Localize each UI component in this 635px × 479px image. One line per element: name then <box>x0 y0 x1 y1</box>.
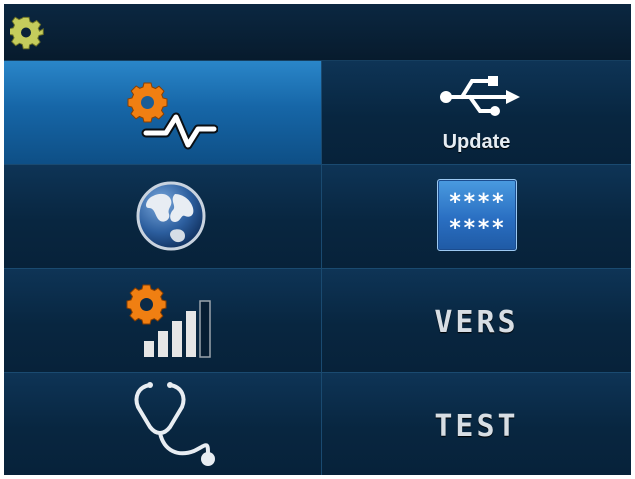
update-label: Update <box>442 131 511 153</box>
globe-icon <box>136 181 206 251</box>
password-icon: **** **** <box>437 179 517 251</box>
tile-update[interactable]: Update <box>322 61 631 165</box>
stethoscope-icon <box>134 382 215 466</box>
tile-signal-settings[interactable] <box>4 269 322 373</box>
password-mask-line-1: **** <box>448 190 506 215</box>
top-bar <box>4 4 631 61</box>
usb-icon <box>440 76 520 116</box>
tile-language[interactable] <box>4 165 322 269</box>
password-mask-line-2: **** <box>448 216 506 241</box>
gear-signal-icon <box>126 284 211 358</box>
test-label: TEST <box>434 409 519 444</box>
gear-pulse-icon <box>127 82 218 150</box>
gear-icon[interactable] <box>10 16 44 50</box>
tile-version[interactable]: VERS <box>322 269 631 373</box>
tile-network-settings[interactable] <box>4 61 322 165</box>
tile-password[interactable]: **** **** <box>322 165 631 269</box>
tile-test[interactable]: TEST <box>322 373 631 475</box>
version-label: VERS <box>434 305 519 340</box>
settings-screen: Update **** **** VERS TEST <box>4 4 631 475</box>
menu-grid: Update **** **** VERS TEST <box>4 61 631 475</box>
tile-diagnostics[interactable] <box>4 373 322 475</box>
